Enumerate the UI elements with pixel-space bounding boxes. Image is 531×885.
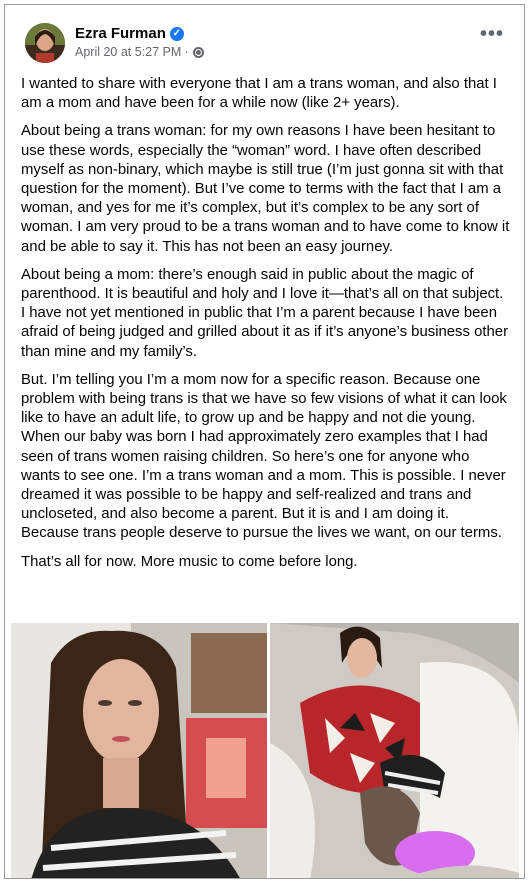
more-options-icon[interactable]: ••• [480,24,504,44]
avatar[interactable] [25,23,65,63]
post-paragraph: I wanted to share with everyone that I a… [21,76,497,112]
post-card: Ezra Furman ✓ April 20 at 5:27 PM · ••• … [4,4,525,879]
photo-with-baby[interactable] [270,623,519,878]
post-text: I wanted to share with everyone that I a… [21,75,511,581]
globe-icon[interactable] [193,46,205,58]
author-name[interactable]: Ezra Furman ✓ [75,25,184,42]
author-name-text[interactable]: Ezra Furman [75,25,166,42]
photo-selfie[interactable] [11,623,267,878]
post-timestamp[interactable]: April 20 at 5:27 PM [75,45,181,59]
post-paragraph: About being a trans woman: for my own re… [21,123,510,255]
post-paragraph: That’s all for now. More music to come b… [21,553,358,570]
post-header: Ezra Furman ✓ April 20 at 5:27 PM · ••• [25,19,510,69]
meta-separator: · [184,45,189,59]
post-meta: April 20 at 5:27 PM · [75,45,205,59]
verified-badge-icon: ✓ [169,26,184,41]
post-paragraph: About being a mom: there’s enough said i… [21,266,509,360]
post-paragraph: But. I’m telling you I’m a mom now for a… [21,371,507,542]
photo-grid [11,623,519,878]
